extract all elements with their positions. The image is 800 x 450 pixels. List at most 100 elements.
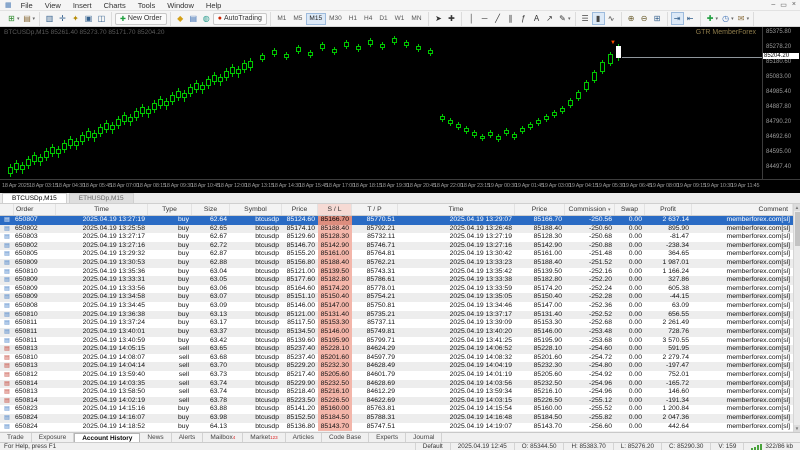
dropdown-caret-icon[interactable]: ▾	[747, 16, 750, 22]
menu-help[interactable]: Help	[200, 1, 227, 10]
crosshair-icon[interactable]: ✚	[445, 12, 458, 25]
menu-charts[interactable]: Charts	[98, 1, 132, 10]
tab-exposure[interactable]: Exposure	[32, 433, 75, 442]
history-row[interactable]: ▤ 650807 2025.04.19 13:27:19 buy 62.64 btcusd…	[0, 216, 793, 225]
timeframe-mn[interactable]: MN	[408, 13, 425, 25]
chart-tab-btcusd[interactable]: BTCUSDp,M15	[2, 193, 67, 203]
tab-journal[interactable]: Journal	[406, 433, 443, 442]
chart-tab-ethusd[interactable]: ETHUSDp,M15	[68, 193, 134, 203]
arrows-icon[interactable]: ↗	[543, 12, 556, 25]
autotrading-button[interactable]: ● AutoTrading	[212, 12, 267, 25]
menu-view[interactable]: View	[39, 1, 67, 10]
auto-scroll-icon[interactable]: ⇥	[670, 12, 684, 25]
column-header-symbol[interactable]: Symbol	[230, 204, 282, 215]
history-row[interactable]: ▤ 650824 2025.04.19 14:16:07 buy 63.98 btcusd…	[0, 414, 793, 423]
chart-plot[interactable]: ▼	[0, 27, 762, 179]
timeframe-m30[interactable]: M30	[326, 13, 346, 25]
navigator-icon[interactable]: ✦	[69, 12, 82, 25]
channel-icon[interactable]: ∥	[504, 12, 517, 25]
history-row[interactable]: ▤ 650814 2025.04.19 14:03:35 sell 63.74 btcus…	[0, 379, 793, 389]
history-row[interactable]: ▤ 650810 2025.04.19 13:35:36 buy 63.04 btcusd…	[0, 267, 793, 277]
zoom-in-icon[interactable]: ⊕	[625, 12, 638, 25]
history-row[interactable]: ▤ 650813 2025.04.19 14:05:15 sell 63.65 btcus…	[0, 345, 793, 354]
tab-alerts[interactable]: Alerts	[172, 433, 204, 442]
column-header-type[interactable]: Type	[148, 204, 192, 215]
column-header-open-time[interactable]: Time	[56, 204, 148, 215]
tile-windows-icon[interactable]: ⊞	[651, 12, 664, 25]
dropdown-caret-icon[interactable]: ▾	[716, 16, 719, 22]
profile-name[interactable]: Default	[414, 443, 450, 450]
history-row[interactable]: ▤ 650811 2025.04.19 13:37:24 buy 63.17 btcusd…	[0, 319, 793, 328]
history-row[interactable]: ▤ 650810 2025.04.19 13:36:38 buy 63.13 btcusd…	[0, 310, 793, 320]
scroll-down-icon[interactable]: ▼	[794, 425, 800, 432]
line-chart-icon[interactable]: ∿	[605, 12, 618, 25]
tab-market[interactable]: Market 123	[243, 433, 286, 442]
dropdown-caret-icon[interactable]: ▾	[731, 16, 734, 22]
close-button[interactable]: ×	[792, 1, 796, 9]
timeframe-m15[interactable]: M15	[305, 12, 326, 25]
restore-button[interactable]: ▭	[780, 1, 787, 9]
history-row[interactable]: ▤ 650802 2025.04.19 13:25:58 buy 62.65 btcusd…	[0, 224, 793, 234]
scroll-thumb[interactable]	[794, 212, 800, 246]
history-row[interactable]: ▤ 650809 2025.04.19 13:33:31 buy 63.05 btcusd…	[0, 276, 793, 285]
history-row[interactable]: ▤ 650808 2025.04.19 13:34:45 buy 63.09 btcusd…	[0, 302, 793, 311]
tab-experts[interactable]: Experts	[369, 433, 407, 442]
vertical-scrollbar[interactable]: ▲ ▼	[793, 204, 800, 432]
column-header-commission[interactable]: Commission ▾	[565, 204, 615, 215]
column-header-close-time[interactable]: Time	[398, 204, 515, 215]
column-header-order[interactable]: Order	[14, 204, 56, 215]
history-row[interactable]: ▤ 650823 2025.04.19 14:15:16 buy 63.88 btcusd…	[0, 405, 793, 415]
data-window-icon[interactable]: ✛	[56, 12, 69, 25]
fibonacci-icon[interactable]: ƒ	[517, 12, 530, 25]
chart-area[interactable]: BTCUSDp,M15 85261.40 85273.70 85171.70 8…	[0, 27, 800, 193]
history-row[interactable]: ▤ 650811 2025.04.19 13:40:59 buy 63.42 btcusd…	[0, 336, 793, 346]
history-row[interactable]: ▤ 650802 2025.04.19 13:27:16 buy 62.72 btcusd…	[0, 241, 793, 251]
metaeditor-icon[interactable]: ◆	[174, 12, 187, 25]
history-row[interactable]: ▤ 650803 2025.04.19 13:27:17 buy 62.67 btcusd…	[0, 233, 793, 242]
menu-file[interactable]: File	[15, 1, 39, 10]
horizontal-line-icon[interactable]: ─	[478, 12, 491, 25]
column-header-swap[interactable]: Swap	[615, 204, 645, 215]
column-header-open-price[interactable]: Price	[282, 204, 318, 215]
timeframe-w1[interactable]: W1	[391, 13, 408, 25]
print-icon[interactable]: ▤	[187, 12, 200, 25]
minimize-button[interactable]: –	[771, 1, 775, 9]
column-header-comment[interactable]: Comment	[692, 204, 793, 215]
tab-account-history[interactable]: Account History	[74, 433, 141, 442]
column-header-stop-loss[interactable]: S / L	[318, 204, 352, 215]
dropdown-caret-icon[interactable]: ▾	[17, 16, 20, 22]
history-row[interactable]: ▤ 650824 2025.04.19 14:18:52 buy 64.13 btcusd…	[0, 422, 793, 432]
candlestick-chart-icon[interactable]: ▮	[591, 12, 605, 25]
column-header-profit[interactable]: Profit	[645, 204, 692, 215]
bar-chart-icon[interactable]: ☰	[579, 12, 592, 25]
vertical-line-icon[interactable]: │	[465, 12, 478, 25]
tab-articles[interactable]: Articles	[286, 433, 322, 442]
history-row[interactable]: ▤ 650813 2025.04.19 14:04:14 sell 63.70 btcus…	[0, 362, 793, 371]
history-row[interactable]: ▤ 650809 2025.04.19 13:33:56 buy 63.06 btcusd…	[0, 284, 793, 294]
column-header-size[interactable]: Size	[192, 204, 230, 215]
history-row[interactable]: ▤ 650812 2025.04.19 13:59:40 sell 63.73 btcus…	[0, 370, 793, 380]
menu-tools[interactable]: Tools	[132, 1, 162, 10]
timeframe-m1[interactable]: M1	[274, 13, 290, 25]
terminal-icon[interactable]: ▣	[82, 12, 95, 25]
tab-trade[interactable]: Trade	[0, 433, 32, 442]
column-header-take-profit[interactable]: T / P	[352, 204, 398, 215]
timeframe-m5[interactable]: M5	[290, 13, 306, 25]
column-header-close-price[interactable]: Price	[515, 204, 565, 215]
menu-insert[interactable]: Insert	[67, 1, 98, 10]
timeframe-d1[interactable]: D1	[376, 13, 391, 25]
scroll-up-icon[interactable]: ▲	[794, 204, 800, 211]
tab-news[interactable]: News	[140, 433, 172, 442]
cursor-icon[interactable]: ➤	[432, 12, 445, 25]
history-row[interactable]: ▤ 650809 2025.04.19 13:34:58 buy 63.07 btcusd…	[0, 293, 793, 303]
tab-code-base[interactable]: Code Base	[322, 433, 370, 442]
dropdown-caret-icon[interactable]: ▾	[568, 16, 571, 22]
text-label-icon[interactable]: A	[530, 12, 543, 25]
menu-window[interactable]: Window	[161, 1, 200, 10]
chart-window-icon[interactable]: ▦	[2, 1, 15, 9]
strategy-tester-icon[interactable]: ◫	[95, 12, 108, 25]
history-row[interactable]: ▤ 650809 2025.04.19 13:30:53 buy 62.88 btcusd…	[0, 259, 793, 268]
price-axis[interactable]: 85204.20 85375.80 85278.20 85180.60 85083.0…	[762, 27, 800, 179]
community-icon[interactable]: ◍	[200, 12, 213, 25]
history-row[interactable]: ▤ 650805 2025.04.19 13:29:32 buy 62.87 btcusd…	[0, 250, 793, 260]
